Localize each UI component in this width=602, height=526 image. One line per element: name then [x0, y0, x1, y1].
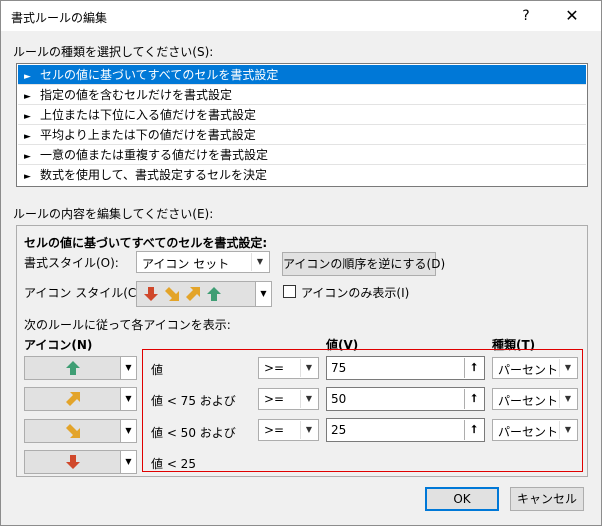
green-up-arrow-icon: [65, 360, 81, 376]
row-4-icon-select[interactable]: ▼: [24, 450, 137, 474]
rule-type-item-label: 一意の値または重複する値だけを書式設定: [40, 148, 269, 162]
row-1-type: パーセント: [498, 363, 559, 377]
rule-type-item-cell-value[interactable]: ► セルの値に基づいてすべてのセルを書式設定: [18, 65, 586, 85]
row-3-operator: >=: [264, 423, 285, 437]
row-3-condition: 値 < 50 および: [151, 426, 236, 440]
chevron-down-icon: ▼: [559, 390, 576, 408]
green-up-arrow-icon: [206, 285, 222, 303]
icon-style-select[interactable]: ▼: [136, 281, 272, 307]
rule-edit-label: ルールの内容を編集してください(E):: [13, 207, 214, 221]
red-down-arrow-icon: [65, 454, 81, 470]
help-button[interactable]: ?: [513, 5, 539, 27]
rule-hint-text: 次のルールに従って各アイコンを表示:: [24, 318, 231, 332]
title-bar: 書式ルールの編集 ? ✕: [1, 1, 601, 31]
ok-button[interactable]: OK: [425, 487, 499, 511]
rule-description-heading: セルの値に基づいてすべてのセルを書式設定:: [24, 236, 268, 250]
row-1-icon-select[interactable]: ▼: [24, 356, 137, 380]
chevron-down-icon: ▼: [120, 388, 136, 410]
range-picker-icon[interactable]: ⭡: [464, 358, 483, 378]
close-button[interactable]: ✕: [557, 5, 587, 27]
row-3-type: パーセント: [498, 425, 559, 439]
list-arrow-icon: ►: [24, 132, 31, 142]
yellow-up-right-arrow-icon: [185, 285, 201, 303]
range-picker-icon[interactable]: ⭡: [464, 420, 483, 440]
row-2-operator-select[interactable]: >= ▼: [258, 388, 319, 410]
row-2-type-select[interactable]: パーセント ▼: [492, 388, 578, 410]
row-1-value-input[interactable]: 75 ⭡: [326, 356, 485, 380]
row-1-condition: 値: [151, 363, 164, 377]
edit-format-rule-dialog: 書式ルールの編集 ? ✕ ルールの種類を選択してください(S): ► セルの値に基…: [0, 0, 602, 526]
icon-only-checkbox[interactable]: [283, 285, 296, 298]
row-2-type: パーセント: [498, 394, 559, 408]
row-1-type-select[interactable]: パーセント ▼: [492, 357, 578, 379]
dialog-title: 書式ルールの編集: [11, 11, 108, 25]
row-2-icon-select[interactable]: ▼: [24, 387, 137, 411]
chevron-down-icon: ▼: [120, 451, 136, 473]
row-4-condition: 値 < 25: [151, 457, 196, 471]
rule-type-item-formula[interactable]: ► 数式を使用して、書式設定するセルを決定: [18, 165, 586, 185]
chevron-down-icon: ▼: [120, 357, 136, 379]
row-3-operator-select[interactable]: >= ▼: [258, 419, 319, 441]
rule-type-item-label: 上位または下位に入る値だけを書式設定: [40, 108, 257, 122]
row-3-icon-select[interactable]: ▼: [24, 419, 137, 443]
range-picker-icon[interactable]: ⭡: [464, 389, 483, 409]
chevron-down-icon: ▼: [300, 359, 317, 377]
list-arrow-icon: ►: [24, 72, 31, 82]
row-3-type-select[interactable]: パーセント ▼: [492, 419, 578, 441]
rule-type-item-label: 数式を使用して、書式設定するセルを決定: [40, 168, 268, 182]
yellow-down-right-arrow-icon: [65, 423, 81, 439]
row-1-operator-select[interactable]: >= ▼: [258, 357, 319, 379]
list-arrow-icon: ►: [24, 152, 31, 162]
chevron-down-icon: ▼: [559, 359, 576, 377]
rule-type-label: ルールの種類を選択してください(S):: [13, 45, 214, 59]
reverse-icon-order-button[interactable]: アイコンの順序を逆にする(D): [282, 252, 445, 276]
row-2-value: 50: [331, 392, 347, 406]
chevron-down-icon: ▼: [251, 253, 268, 271]
chevron-down-icon: ▼: [255, 282, 271, 306]
row-3-value-input[interactable]: 25 ⭡: [326, 418, 485, 442]
rule-type-item-average[interactable]: ► 平均より上または下の値だけを書式設定: [18, 125, 586, 145]
rule-type-item-top-bottom[interactable]: ► 上位または下位に入る値だけを書式設定: [18, 105, 586, 125]
red-down-arrow-icon: [143, 285, 159, 303]
chevron-down-icon: ▼: [300, 421, 317, 439]
row-2-operator: >=: [264, 392, 285, 406]
list-arrow-icon: ►: [24, 172, 31, 182]
chevron-down-icon: ▼: [120, 420, 136, 442]
yellow-down-right-arrow-icon: [164, 285, 180, 303]
rule-type-item-label: 平均より上または下の値だけを書式設定: [40, 128, 256, 142]
format-style-select[interactable]: アイコン セット ▼: [136, 251, 270, 273]
row-2-value-input[interactable]: 50 ⭡: [326, 387, 485, 411]
cancel-button[interactable]: キャンセル: [510, 487, 584, 511]
list-arrow-icon: ►: [24, 92, 31, 102]
rule-type-item-contains[interactable]: ► 指定の値を含むセルだけを書式設定: [18, 85, 586, 105]
rule-type-item-label: セルの値に基づいてすべてのセルを書式設定: [40, 68, 279, 82]
chevron-down-icon: ▼: [559, 421, 576, 439]
icon-style-label: アイコン スタイル(C):: [24, 286, 146, 300]
rule-type-list[interactable]: ► セルの値に基づいてすべてのセルを書式設定 ► 指定の値を含むセルだけを書式設定 …: [16, 63, 588, 187]
rule-type-item-label: 指定の値を含むセルだけを書式設定: [40, 88, 233, 102]
chevron-down-icon: ▼: [300, 390, 317, 408]
row-2-condition: 値 < 75 および: [151, 394, 236, 408]
row-1-value: 75: [331, 361, 347, 375]
format-style-label: 書式スタイル(O):: [24, 256, 119, 270]
row-3-value: 25: [331, 423, 347, 437]
rule-type-item-unique-duplicate[interactable]: ► 一意の値または重複する値だけを書式設定: [18, 145, 586, 165]
list-arrow-icon: ►: [24, 112, 31, 122]
icon-column-header: アイコン(N): [24, 338, 93, 352]
row-1-operator: >=: [264, 361, 285, 375]
format-style-value: アイコン セット: [142, 257, 230, 271]
icon-only-label: アイコンのみ表示(I): [301, 286, 410, 300]
yellow-up-right-arrow-icon: [65, 391, 81, 407]
